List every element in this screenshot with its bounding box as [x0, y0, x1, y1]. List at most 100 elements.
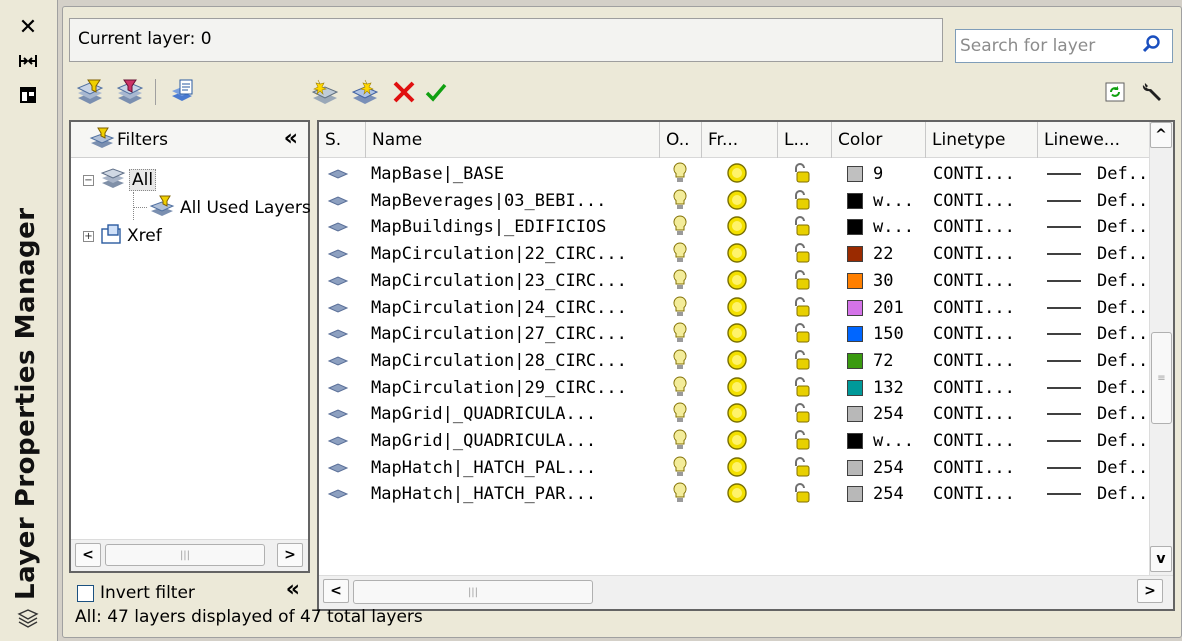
sun-icon[interactable] — [725, 214, 749, 240]
color-name[interactable]: 30 — [873, 268, 893, 294]
color-name[interactable]: w... — [873, 188, 914, 214]
linetype[interactable]: CONTI... — [933, 455, 1015, 481]
lineweight[interactable]: Def.. — [1097, 428, 1148, 454]
lineweight[interactable]: Def.. — [1097, 241, 1148, 267]
layer-name[interactable]: MapCirculation|29_CIRC... — [371, 375, 627, 401]
layer-row[interactable]: MapBase|_BASE 9 CONTI... Def.. — [319, 161, 1151, 187]
scroll-left-icon[interactable]: < — [323, 579, 349, 603]
layer-row[interactable]: MapHatch|_HATCH_PAL... 254 CONTI... Def.. — [319, 455, 1151, 481]
unlocked-icon[interactable] — [791, 295, 813, 321]
color-swatch[interactable] — [847, 353, 863, 369]
layer-name[interactable]: MapCirculation|24_CIRC... — [371, 295, 627, 321]
color-name[interactable]: 9 — [873, 161, 883, 187]
set-current-icon[interactable] — [421, 77, 451, 107]
layer-name[interactable]: MapGrid|_QUADRICULA... — [371, 401, 596, 427]
search-box[interactable] — [955, 29, 1173, 63]
invert-filter-label[interactable]: Invert filter — [100, 583, 195, 603]
sun-icon[interactable] — [725, 348, 749, 374]
color-name[interactable]: w... — [873, 214, 914, 240]
light-bulb-icon[interactable] — [671, 214, 689, 240]
unlocked-icon[interactable] — [791, 348, 813, 374]
close-icon[interactable]: ✕ — [14, 14, 42, 40]
light-bulb-icon[interactable] — [671, 161, 689, 187]
settings-icon[interactable] — [1137, 77, 1167, 107]
unlocked-icon[interactable] — [791, 428, 813, 454]
layer-name[interactable]: MapBase|_BASE — [371, 161, 504, 187]
light-bulb-icon[interactable] — [671, 268, 689, 294]
lineweight[interactable]: Def.. — [1097, 455, 1148, 481]
layer-stack-icon[interactable] — [14, 606, 42, 632]
layer-name[interactable]: MapBeverages|03_BEBI... — [371, 188, 606, 214]
tree-item-all[interactable]: − All — [83, 166, 157, 194]
column-header-name[interactable]: Name — [365, 122, 657, 158]
column-header-lineweight[interactable]: Linewe... — [1037, 122, 1151, 158]
scroll-thumb[interactable]: ||| — [105, 544, 265, 566]
linetype[interactable]: CONTI... — [933, 214, 1015, 240]
light-bulb-icon[interactable] — [671, 321, 689, 347]
scroll-right-icon[interactable]: > — [1137, 579, 1163, 603]
properties-icon[interactable] — [14, 82, 42, 108]
column-header-on[interactable]: O.. — [659, 122, 701, 158]
layer-name[interactable]: MapCirculation|28_CIRC... — [371, 348, 627, 374]
color-swatch[interactable] — [847, 246, 863, 262]
linetype[interactable]: CONTI... — [933, 481, 1015, 507]
layer-row[interactable]: MapCirculation|27_CIRC... 150 CONTI... Def.… — [319, 321, 1151, 347]
layer-name[interactable]: MapCirculation|22_CIRC... — [371, 241, 627, 267]
layer-name[interactable]: MapHatch|_HATCH_PAL... — [371, 455, 596, 481]
color-name[interactable]: 201 — [873, 295, 904, 321]
scroll-up-icon[interactable]: ^ — [1150, 122, 1172, 148]
linetype[interactable]: CONTI... — [933, 241, 1015, 267]
layer-row[interactable]: MapCirculation|22_CIRC... 22 CONTI... Def.. — [319, 241, 1151, 267]
lineweight[interactable]: Def.. — [1097, 188, 1148, 214]
collapse-filters-icon[interactable]: « — [284, 126, 298, 151]
light-bulb-icon[interactable] — [671, 188, 689, 214]
unlocked-icon[interactable] — [791, 161, 813, 187]
light-bulb-icon[interactable] — [671, 375, 689, 401]
layer-row[interactable]: MapCirculation|24_CIRC... 201 CONTI... Def.… — [319, 295, 1151, 321]
unlocked-icon[interactable] — [791, 455, 813, 481]
layer-name[interactable]: MapCirculation|27_CIRC... — [371, 321, 627, 347]
search-icon[interactable] — [1142, 34, 1162, 58]
new-layer-icon[interactable] — [307, 77, 341, 107]
unlocked-icon[interactable] — [791, 375, 813, 401]
auto-hide-icon[interactable] — [14, 48, 42, 74]
color-name[interactable]: 254 — [873, 455, 904, 481]
color-name[interactable]: 254 — [873, 401, 904, 427]
color-name[interactable]: w... — [873, 428, 914, 454]
unlocked-icon[interactable] — [791, 401, 813, 427]
color-swatch[interactable] — [847, 460, 863, 476]
lineweight[interactable]: Def.. — [1097, 348, 1148, 374]
sun-icon[interactable] — [725, 481, 749, 507]
light-bulb-icon[interactable] — [671, 295, 689, 321]
lineweight[interactable]: Def.. — [1097, 481, 1148, 507]
sun-icon[interactable] — [725, 161, 749, 187]
scroll-thumb[interactable]: ≡ — [1151, 332, 1172, 424]
unlocked-icon[interactable] — [791, 241, 813, 267]
sun-icon[interactable] — [725, 375, 749, 401]
color-swatch[interactable] — [847, 433, 863, 449]
unlocked-icon[interactable] — [791, 321, 813, 347]
light-bulb-icon[interactable] — [671, 401, 689, 427]
collapse-node-icon[interactable]: − — [83, 174, 94, 186]
lineweight[interactable]: Def.. — [1097, 268, 1148, 294]
layer-row[interactable]: MapBeverages|03_BEBI... w... CONTI... Def.. — [319, 188, 1151, 214]
linetype[interactable]: CONTI... — [933, 188, 1015, 214]
color-swatch[interactable] — [847, 406, 863, 422]
unlocked-icon[interactable] — [791, 188, 813, 214]
linetype[interactable]: CONTI... — [933, 321, 1015, 347]
tree-item-all-used-layers[interactable]: All Used Layers — [149, 194, 311, 222]
linetype[interactable]: CONTI... — [933, 295, 1015, 321]
layer-row[interactable]: MapCirculation|29_CIRC... 132 CONTI... Def.… — [319, 375, 1151, 401]
color-swatch[interactable] — [847, 273, 863, 289]
linetype[interactable]: CONTI... — [933, 375, 1015, 401]
color-swatch[interactable] — [847, 486, 863, 502]
linetype[interactable]: CONTI... — [933, 268, 1015, 294]
light-bulb-icon[interactable] — [671, 241, 689, 267]
color-swatch[interactable] — [847, 380, 863, 396]
tree-item-xref[interactable]: + Xref — [83, 222, 162, 250]
column-header-lock[interactable]: L... — [777, 122, 829, 158]
layer-name[interactable]: MapBuildings|_EDIFICIOS — [371, 214, 606, 240]
sun-icon[interactable] — [725, 188, 749, 214]
color-name[interactable]: 22 — [873, 241, 893, 267]
layer-row[interactable]: MapBuildings|_EDIFICIOS w... CONTI... Def.. — [319, 214, 1151, 240]
